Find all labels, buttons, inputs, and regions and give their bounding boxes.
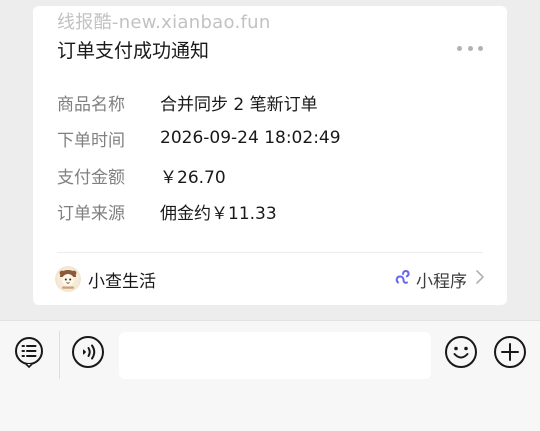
list-menu-icon [12,335,46,373]
detail-value: 佣金约￥11.33 [160,203,277,224]
detail-row-source: 订单来源 佣金约￥11.33 [57,199,277,224]
more-dot-icon [478,45,483,51]
watermark: 线报酷-new.xianbao.fun [57,12,271,33]
message-input[interactable] [119,332,431,379]
more-dot-icon [457,45,462,51]
more-options-button[interactable] [457,42,483,54]
mini-program-link[interactable]: 小程序 [394,267,485,292]
detail-row-order-time: 下单时间 2026-09-24 18:02:49 [57,126,341,151]
plus-icon [493,335,527,373]
mascot-avatar-icon [55,266,81,292]
input-bar-divider [59,331,60,379]
card-title: 订单支付成功通知 [57,40,210,62]
voice-icon [71,335,105,373]
notification-card[interactable]: 订单支付成功通知 商品名称 合并同步 2 笔新订单 下单时间 2026-09-2… [33,6,507,305]
chat-input-bar [0,320,540,431]
list-menu-button[interactable] [12,337,46,371]
detail-row-product: 商品名称 合并同步 2 笔新订单 [57,90,318,115]
emoji-icon [444,335,478,373]
detail-label: 订单来源 [57,203,125,224]
chevron-right-icon [475,269,485,289]
app-source: 小查生活 [55,266,156,292]
more-functions-button[interactable] [493,335,527,373]
mini-program-footer[interactable]: 小查生活 小程序 [55,262,485,296]
detail-value: ￥26.70 [160,167,226,188]
mini-program-label: 小程序 [416,271,467,292]
mini-program-link-icon [394,268,412,290]
detail-value: 2026-09-24 18:02:49 [160,128,341,148]
chat-area: 订单支付成功通知 商品名称 合并同步 2 笔新订单 下单时间 2026-09-2… [0,0,540,320]
card-divider [57,252,483,253]
more-dot-icon [467,45,473,51]
detail-row-amount: 支付金额 ￥26.70 [57,163,226,188]
emoji-button[interactable] [444,335,478,373]
detail-label: 商品名称 [57,94,125,115]
voice-input-button[interactable] [71,335,105,373]
detail-label: 支付金额 [57,167,125,188]
app-name: 小查生活 [88,271,156,292]
detail-label: 下单时间 [57,130,125,151]
detail-value: 合并同步 2 笔新订单 [160,94,318,115]
